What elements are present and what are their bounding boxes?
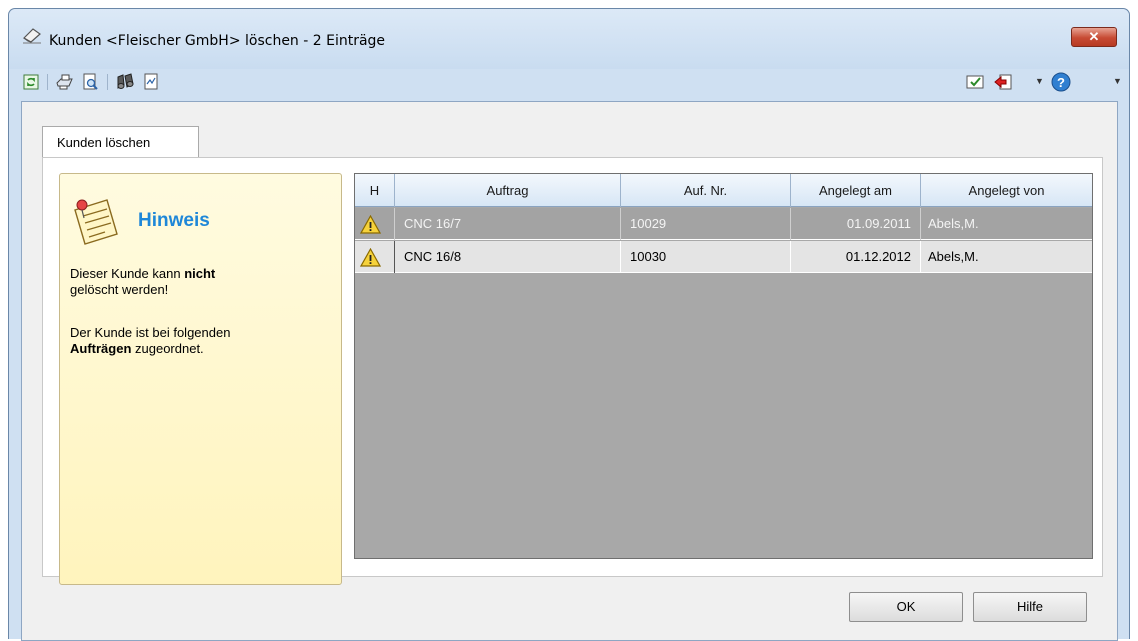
cell-auftrag: CNC 16/7 bbox=[395, 208, 621, 240]
print-icon bbox=[56, 74, 73, 90]
search-button[interactable] bbox=[115, 72, 135, 92]
window-title: Kunden <Fleischer GmbH> löschen - 2 Eint… bbox=[49, 33, 386, 49]
column-header-auftrag[interactable]: Auftrag bbox=[395, 174, 621, 207]
export-icon bbox=[144, 73, 158, 90]
exit-button[interactable] bbox=[993, 72, 1013, 92]
eraser-icon bbox=[23, 28, 41, 44]
dialog-window: Kunden <Fleischer GmbH> löschen - 2 Eint… bbox=[8, 8, 1130, 641]
table-header: H Auftrag Auf. Nr. Angelegt am Angelegt … bbox=[355, 174, 1092, 207]
help-icon: ? bbox=[1051, 72, 1071, 92]
cell-auf-nr: 10029 bbox=[621, 208, 791, 240]
svg-text:?: ? bbox=[1057, 75, 1065, 90]
help-dropdown-icon[interactable]: ▼ bbox=[1113, 76, 1122, 86]
help-button[interactable]: Hilfe bbox=[973, 592, 1087, 622]
tab-kunden-loeschen[interactable]: Kunden löschen bbox=[42, 126, 199, 158]
exit-dropdown-icon[interactable]: ▼ bbox=[1035, 76, 1044, 86]
ok-button[interactable]: OK bbox=[849, 592, 963, 622]
print-preview-icon bbox=[83, 73, 98, 90]
hint-text-line1: Dieser Kunde kann nicht bbox=[70, 266, 216, 281]
table-row[interactable]: CNC 16/7 10029 01.09.2011 Abels,M. bbox=[355, 208, 1092, 240]
cell-auftrag: CNC 16/8 bbox=[395, 241, 621, 273]
hint-text-line2: gelöscht werden! bbox=[70, 282, 169, 297]
column-header-angelegt-von[interactable]: Angelegt von bbox=[921, 174, 1092, 207]
cell-angelegt-am: 01.12.2012 bbox=[791, 241, 921, 273]
refresh-icon bbox=[23, 74, 39, 90]
warning-icon bbox=[360, 248, 381, 267]
notepad-icon bbox=[74, 199, 118, 245]
row-status-cell bbox=[355, 208, 395, 240]
exit-icon bbox=[994, 74, 1012, 90]
help-toolbar-button[interactable]: ? bbox=[1051, 72, 1071, 92]
table-row[interactable]: CNC 16/8 10030 01.12.2012 Abels,M. bbox=[355, 241, 1092, 273]
row-status-cell bbox=[355, 241, 395, 273]
warning-icon bbox=[360, 215, 381, 234]
hint-text-line4: Aufträgen zugeordnet. bbox=[70, 341, 204, 356]
title-bar[interactable]: Kunden <Fleischer GmbH> löschen - 2 Eint… bbox=[9, 9, 1129, 69]
hint-title: Hinweis bbox=[138, 210, 210, 231]
hint-text-line3: Der Kunde ist bei folgenden bbox=[70, 325, 231, 340]
orders-table[interactable]: H Auftrag Auf. Nr. Angelegt am Angelegt … bbox=[354, 173, 1093, 559]
tab-panel: Hinweis Dieser Kunde kann nicht gelöscht… bbox=[42, 157, 1103, 585]
cell-angelegt-am: 01.09.2011 bbox=[791, 208, 921, 240]
export-button[interactable] bbox=[141, 72, 161, 92]
cell-auf-nr: 10030 bbox=[621, 241, 791, 273]
column-header-h[interactable]: H bbox=[355, 174, 395, 207]
hint-panel: Hinweis Dieser Kunde kann nicht gelöscht… bbox=[59, 173, 342, 585]
column-header-auf-nr[interactable]: Auf. Nr. bbox=[621, 174, 791, 207]
column-header-angelegt-am[interactable]: Angelegt am bbox=[791, 174, 921, 207]
cell-angelegt-von: Abels,M. bbox=[928, 216, 979, 231]
cell-angelegt-von: Abels,M. bbox=[928, 249, 979, 264]
binoculars-icon bbox=[117, 73, 134, 89]
toolbar: ▼ ? ▼ bbox=[9, 65, 1129, 99]
select-button[interactable] bbox=[965, 72, 985, 92]
dialog-content: Kunden löschen Hinweis Dieser Kunde kann… bbox=[21, 101, 1118, 641]
print-button[interactable] bbox=[55, 72, 75, 92]
refresh-button[interactable] bbox=[21, 72, 41, 92]
print-preview-button[interactable] bbox=[81, 72, 101, 92]
close-button[interactable]: ✕ bbox=[1071, 27, 1117, 47]
checklist-icon bbox=[966, 75, 984, 89]
